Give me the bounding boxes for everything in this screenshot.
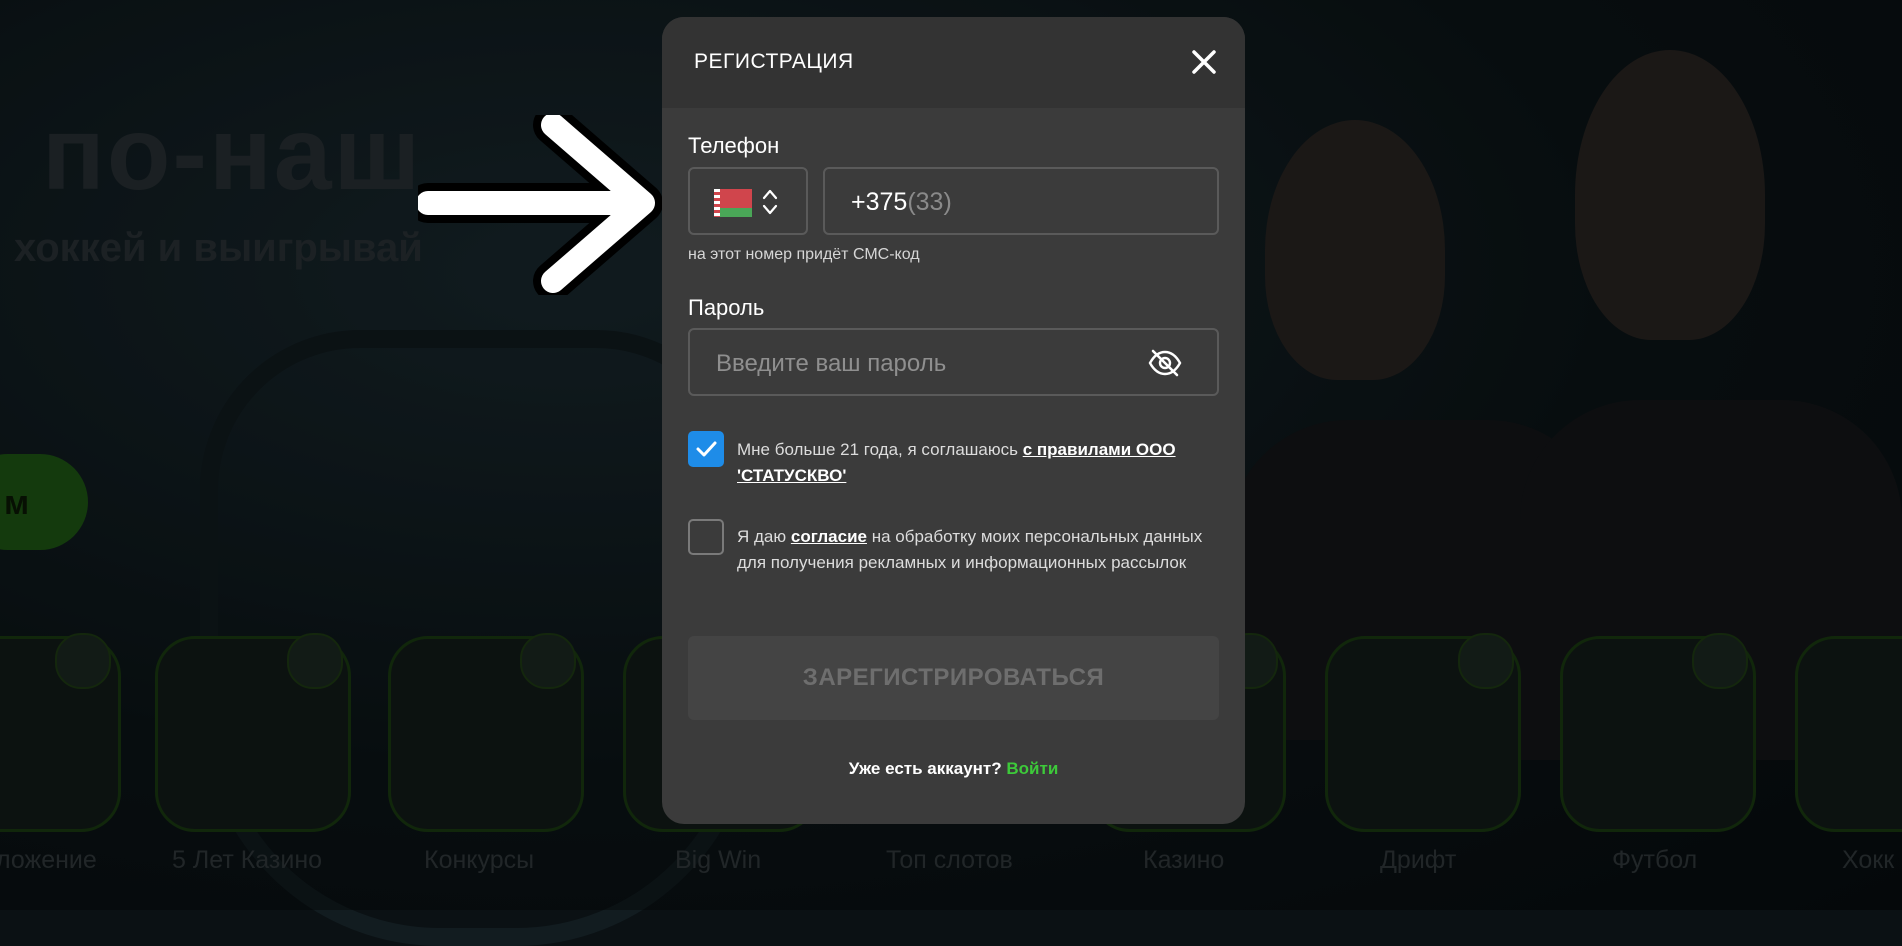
modal-header: РЕГИСТРАЦИЯ	[662, 17, 1245, 108]
belarus-flag-icon	[714, 189, 752, 217]
phone-label: Телефон	[688, 133, 780, 158]
register-button-label: ЗАРЕГИСТРИРОВАТЬСЯ	[802, 664, 1105, 691]
login-link[interactable]: Войти	[1006, 759, 1058, 778]
phone-value: +375(33)	[851, 188, 952, 216]
registration-modal: РЕГИСТРАЦИЯ Телефон +375(33) на этот ном…	[662, 17, 1245, 824]
phone-input[interactable]: +375(33)	[823, 167, 1219, 235]
close-icon[interactable]	[1185, 43, 1223, 81]
annotation-arrow-icon	[418, 115, 663, 295]
chevron-updown-icon	[762, 189, 778, 215]
password-input[interactable]: Введите ваш пароль	[688, 328, 1219, 396]
password-placeholder: Введите ваш пароль	[716, 350, 947, 377]
eye-off-icon[interactable]	[1147, 348, 1183, 378]
password-label: Пароль	[688, 295, 765, 320]
phone-mask: (33)	[907, 188, 952, 216]
marketing-consent-checkbox[interactable]	[688, 519, 724, 555]
phone-hint: на этот номер придёт СМС-код	[688, 246, 920, 263]
consent-link[interactable]: согласие	[791, 527, 867, 546]
login-prompt: Уже есть аккаунт? Войти	[848, 759, 1059, 778]
checkmark-icon	[696, 441, 717, 457]
register-button[interactable]: ЗАРЕГИСТРИРОВАТЬСЯ	[688, 636, 1219, 720]
rules-checkbox[interactable]	[688, 431, 724, 467]
rules-agreement-text: Мне больше 21 года, я соглашаюсь с прави…	[737, 440, 1176, 485]
modal-title: РЕГИСТРАЦИЯ	[694, 50, 854, 73]
marketing-consent-text: Я даю согласие на обработку моих персона…	[737, 527, 1203, 572]
country-code-select[interactable]	[688, 167, 808, 235]
